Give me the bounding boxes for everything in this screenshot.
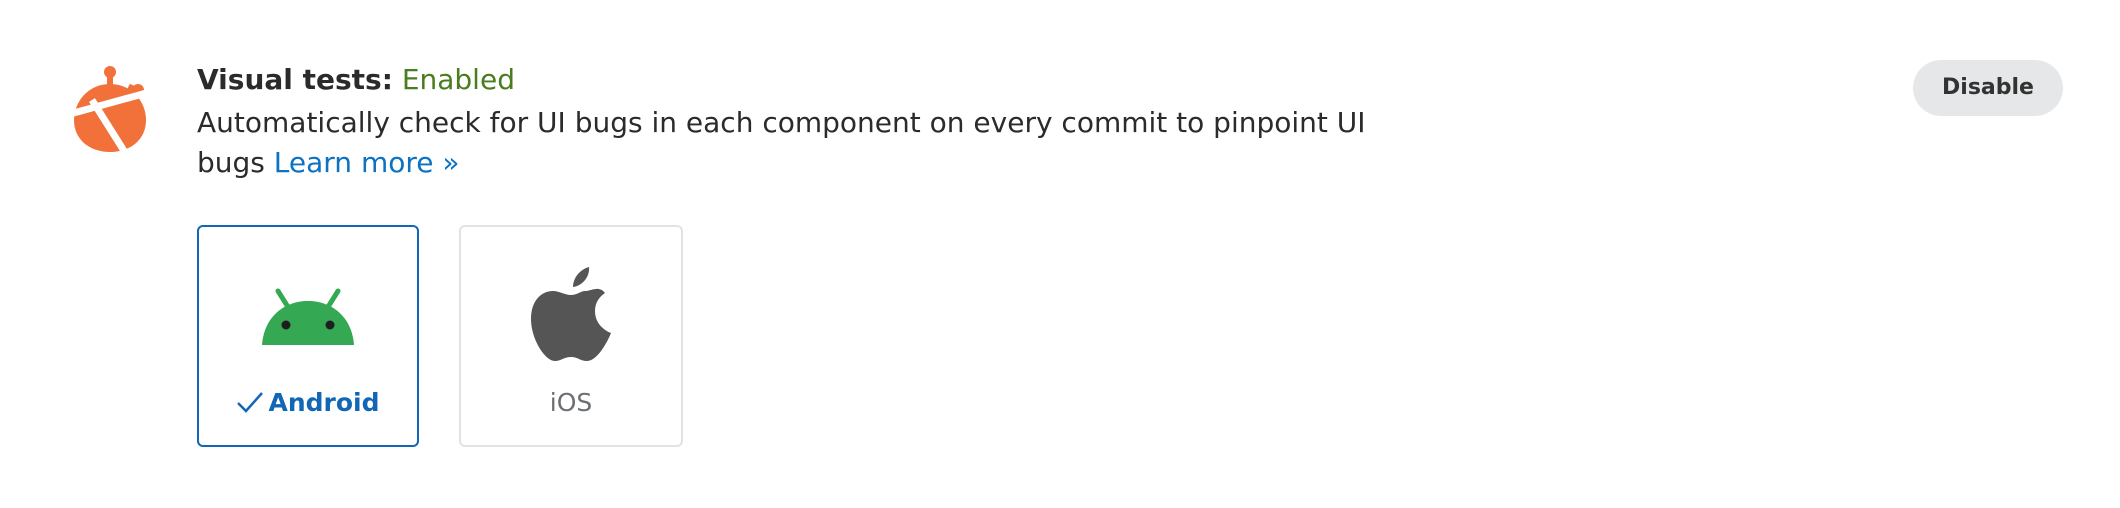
platform-selector: Android iOS	[197, 225, 683, 447]
platform-card-ios[interactable]: iOS	[459, 225, 683, 447]
feature-info: Visual tests: Enabled Automatically chec…	[197, 58, 1447, 183]
android-icon	[262, 288, 354, 345]
feature-description: Automatically check for UI bugs in each …	[197, 103, 1417, 183]
platform-card-android[interactable]: Android	[197, 225, 419, 447]
disable-button[interactable]: Disable	[1913, 60, 2063, 116]
feature-title: Visual tests: Enabled	[197, 58, 1447, 102]
check-icon	[237, 392, 264, 413]
feature-label: Visual tests:	[197, 63, 393, 96]
visual-tests-settings: Visual tests: Enabled Automatically chec…	[0, 0, 2120, 508]
status-text: Enabled	[401, 63, 515, 96]
android-label-text: Android	[268, 388, 380, 417]
platform-label-ios: iOS	[549, 388, 593, 417]
platform-label-android: Android	[199, 387, 417, 419]
bug-icon	[70, 66, 150, 154]
learn-more-link[interactable]: Learn more »	[274, 146, 460, 179]
apple-icon	[531, 267, 611, 361]
